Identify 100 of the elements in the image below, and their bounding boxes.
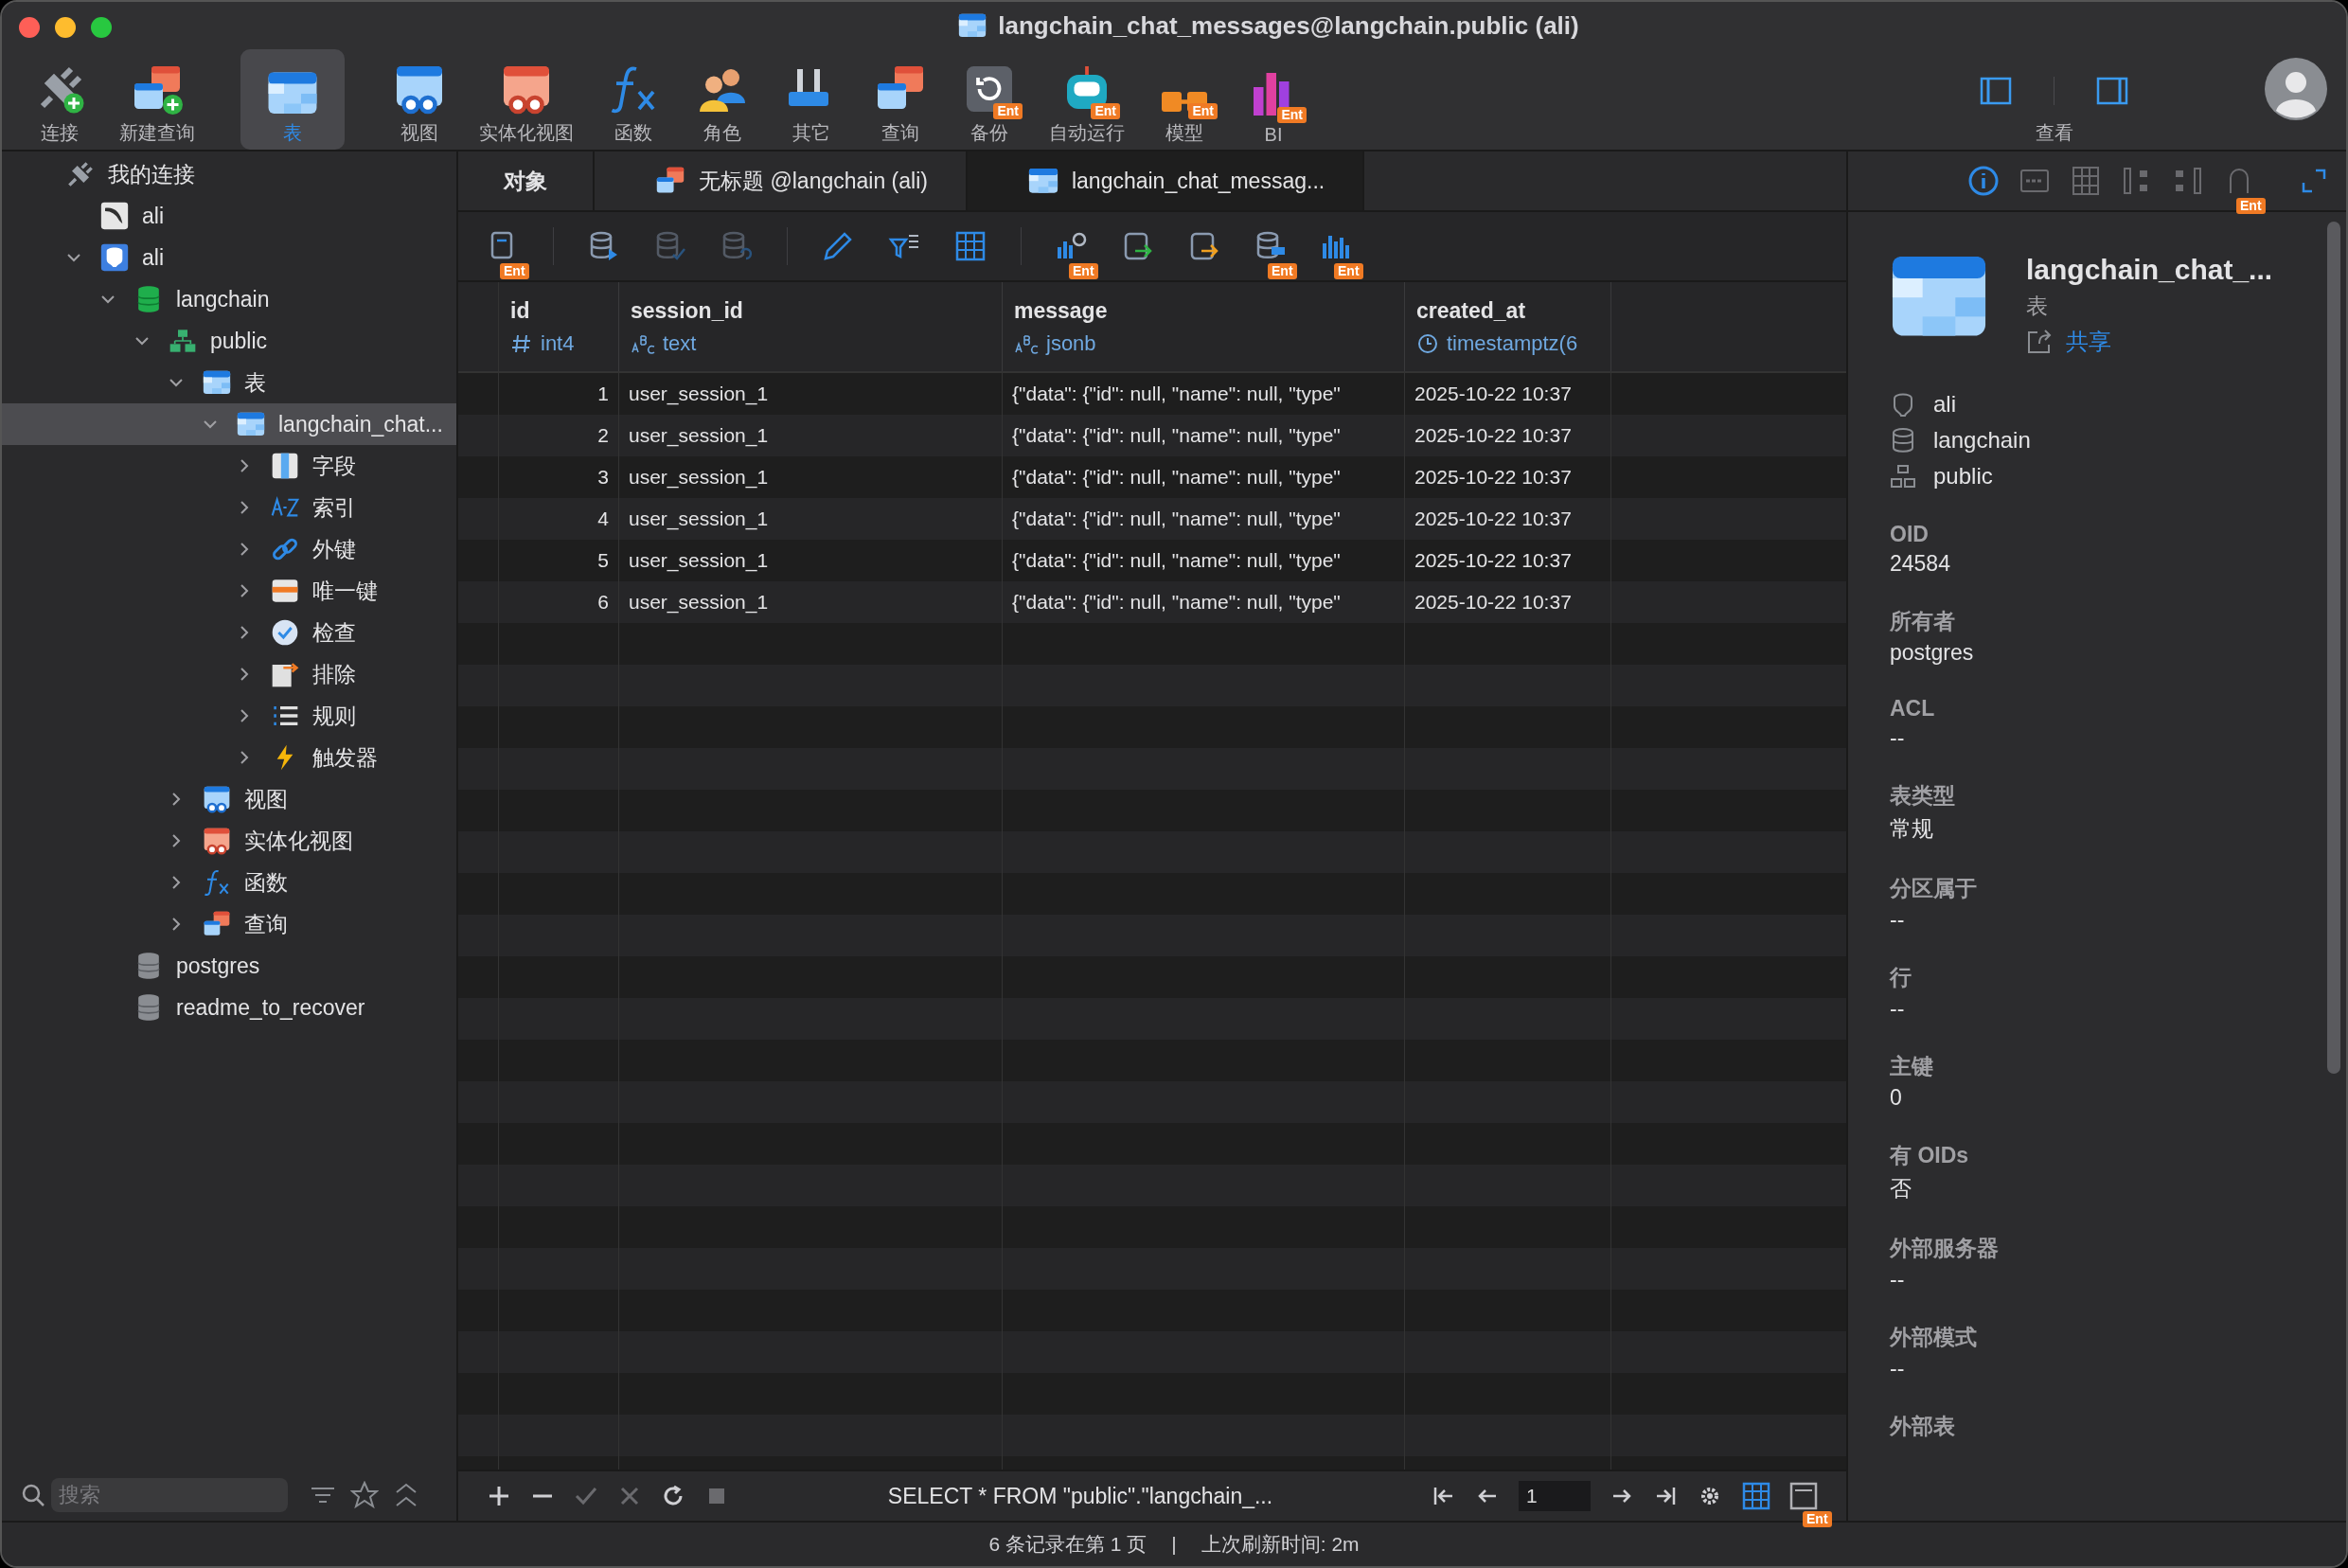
page-field[interactable]: 1 (1519, 1481, 1591, 1511)
toolbar-button[interactable]: 连接 (17, 49, 102, 150)
scrollbar[interactable] (2327, 222, 2340, 1074)
refresh-time: 上次刷新时间: 2m (1201, 1532, 1360, 1557)
table-cell: {"data": {"id": null, "name": null, "type" (1003, 373, 1405, 415)
table-cell: 1 (499, 373, 619, 415)
column-type: int4 (541, 330, 575, 356)
table-cell: {"data": {"id": null, "name": null, "type" (1003, 581, 1405, 623)
close-button[interactable] (19, 17, 40, 38)
tree-item[interactable]: 表 (2, 362, 456, 403)
share-link[interactable]: 共享 (2026, 327, 2273, 357)
table-cell: {"data": {"id": null, "name": null, "type" (1003, 498, 1405, 540)
property-label: 外部表 (1890, 1413, 1956, 1440)
column-header[interactable]: session_id text (619, 282, 1003, 371)
toolbar-button[interactable]: 函数 (591, 49, 676, 150)
ent-badge: Ent (1091, 103, 1120, 120)
schema-icon (1890, 463, 1916, 490)
property-value: 否 (1890, 1175, 1912, 1203)
function-icon (203, 868, 231, 897)
database-icon (134, 285, 163, 313)
tree-item[interactable]: ali (2, 237, 456, 278)
import-icon[interactable] (1122, 230, 1154, 262)
export-icon[interactable] (1188, 230, 1220, 262)
toolbar-button[interactable]: Ent 自动运行 (1036, 49, 1138, 150)
property-label: OID (1890, 522, 1930, 547)
tree-item[interactable]: public (2, 320, 456, 362)
tree-item[interactable]: 触发器 (2, 737, 456, 778)
property-label: ACL (1890, 696, 1936, 722)
tree-item[interactable]: 字段 (2, 445, 456, 487)
right-sidebar-icon[interactable] (2096, 77, 2128, 105)
columns-icon[interactable] (2070, 165, 2102, 197)
table-glasses-icon (394, 63, 445, 115)
column-icon (271, 452, 299, 480)
toolbar-button[interactable]: 实体化视图 (466, 49, 587, 150)
tree-item[interactable]: 外键 (2, 528, 456, 570)
tree-item[interactable]: postgres (2, 945, 456, 987)
info-icon[interactable] (1967, 165, 2000, 197)
toolbar-button[interactable]: Ent BI (1231, 49, 1316, 150)
tree-item[interactable]: 视图 (2, 778, 456, 820)
record-count: 6 条记录在第 1 页 (988, 1532, 1147, 1557)
tree-item[interactable]: 排除 (2, 653, 456, 695)
table-cell: 2025-10-22 10:37 (1405, 581, 1611, 623)
property-value: -- (1890, 996, 1906, 1022)
minimize-button[interactable] (55, 17, 76, 38)
toolbar-button[interactable]: Ent 备份 (947, 49, 1032, 150)
expand-icon[interactable] (2301, 168, 2327, 194)
tree-item[interactable]: 检查 (2, 612, 456, 653)
table-cell: 5 (499, 540, 619, 581)
toolbar-button[interactable]: 查询 (858, 49, 943, 150)
star-icon[interactable] (350, 1481, 379, 1509)
property-value: -- (1890, 725, 1906, 751)
search-field[interactable]: 搜索 (51, 1478, 288, 1512)
property-value: -- (1890, 1267, 1906, 1292)
pencil-icon[interactable] (822, 230, 854, 262)
toolbar-button[interactable]: 新建查询 (106, 49, 208, 150)
column-header[interactable]: message jsonb (1003, 282, 1405, 371)
text-type-icon (1014, 332, 1039, 354)
ent-badge: Ent (1803, 1511, 1832, 1528)
tree-item[interactable]: 查询 (2, 903, 456, 945)
path-item: ali (1933, 391, 1956, 418)
avatar-icon[interactable] (2265, 58, 2327, 120)
toolbar-button[interactable]: Ent 模型 (1142, 49, 1227, 150)
database-icon (1890, 427, 1916, 454)
tree-item[interactable]: 索引 (2, 487, 456, 528)
toolbar-button[interactable]: 视图 (377, 49, 462, 150)
tab[interactable]: langchain_chat_messag... (967, 151, 1365, 210)
tree-item[interactable]: langchain (2, 278, 456, 320)
status-separator: | (1171, 1533, 1177, 1556)
tree-item[interactable]: 规则 (2, 695, 456, 737)
tree-item[interactable]: 函数 (2, 862, 456, 903)
tree-item[interactable]: readme_to_recover (2, 987, 456, 1028)
property-label: 主键 (1890, 1053, 1934, 1080)
form-view-icon[interactable] (1789, 1482, 1818, 1510)
text-type-icon (631, 332, 655, 354)
grid-icon[interactable] (954, 230, 987, 262)
ent-badge: Ent (500, 263, 529, 280)
database-icon (134, 952, 163, 980)
column-name: id (510, 297, 531, 324)
left-sidebar-icon[interactable] (1980, 77, 2012, 105)
tree-item[interactable]: 实体化视图 (2, 820, 456, 862)
table-cell: 2025-10-22 10:37 (1405, 415, 1611, 456)
ent-badge: Ent (1268, 263, 1297, 280)
zoom-button[interactable] (91, 17, 112, 38)
property-label: 外部服务器 (1890, 1235, 2000, 1262)
property-label: 分区属于 (1890, 875, 1978, 902)
tree-item[interactable]: 唯一键 (2, 570, 456, 612)
table-cell: {"data": {"id": null, "name": null, "type" (1003, 456, 1405, 498)
toolbar-button[interactable]: 其它 (769, 49, 854, 150)
column-header[interactable]: created_at timestamptz(6 (1405, 282, 1611, 371)
grid-view-icon[interactable] (1742, 1482, 1770, 1510)
property-label: 有 OIDs (1890, 1142, 1970, 1169)
tree-item[interactable]: ali (2, 195, 456, 237)
share-icon (2026, 329, 2053, 355)
tree-item[interactable]: 我的连接 (2, 153, 456, 195)
column-header[interactable]: id int4 (499, 282, 619, 371)
database-icon (134, 993, 163, 1022)
tree-item[interactable]: langchain_chat... (2, 403, 456, 445)
toolbar-button[interactable]: 角色 (680, 49, 765, 150)
add-icon[interactable] (487, 1484, 511, 1508)
table-cell: {"data": {"id": null, "name": null, "type" (1003, 540, 1405, 581)
